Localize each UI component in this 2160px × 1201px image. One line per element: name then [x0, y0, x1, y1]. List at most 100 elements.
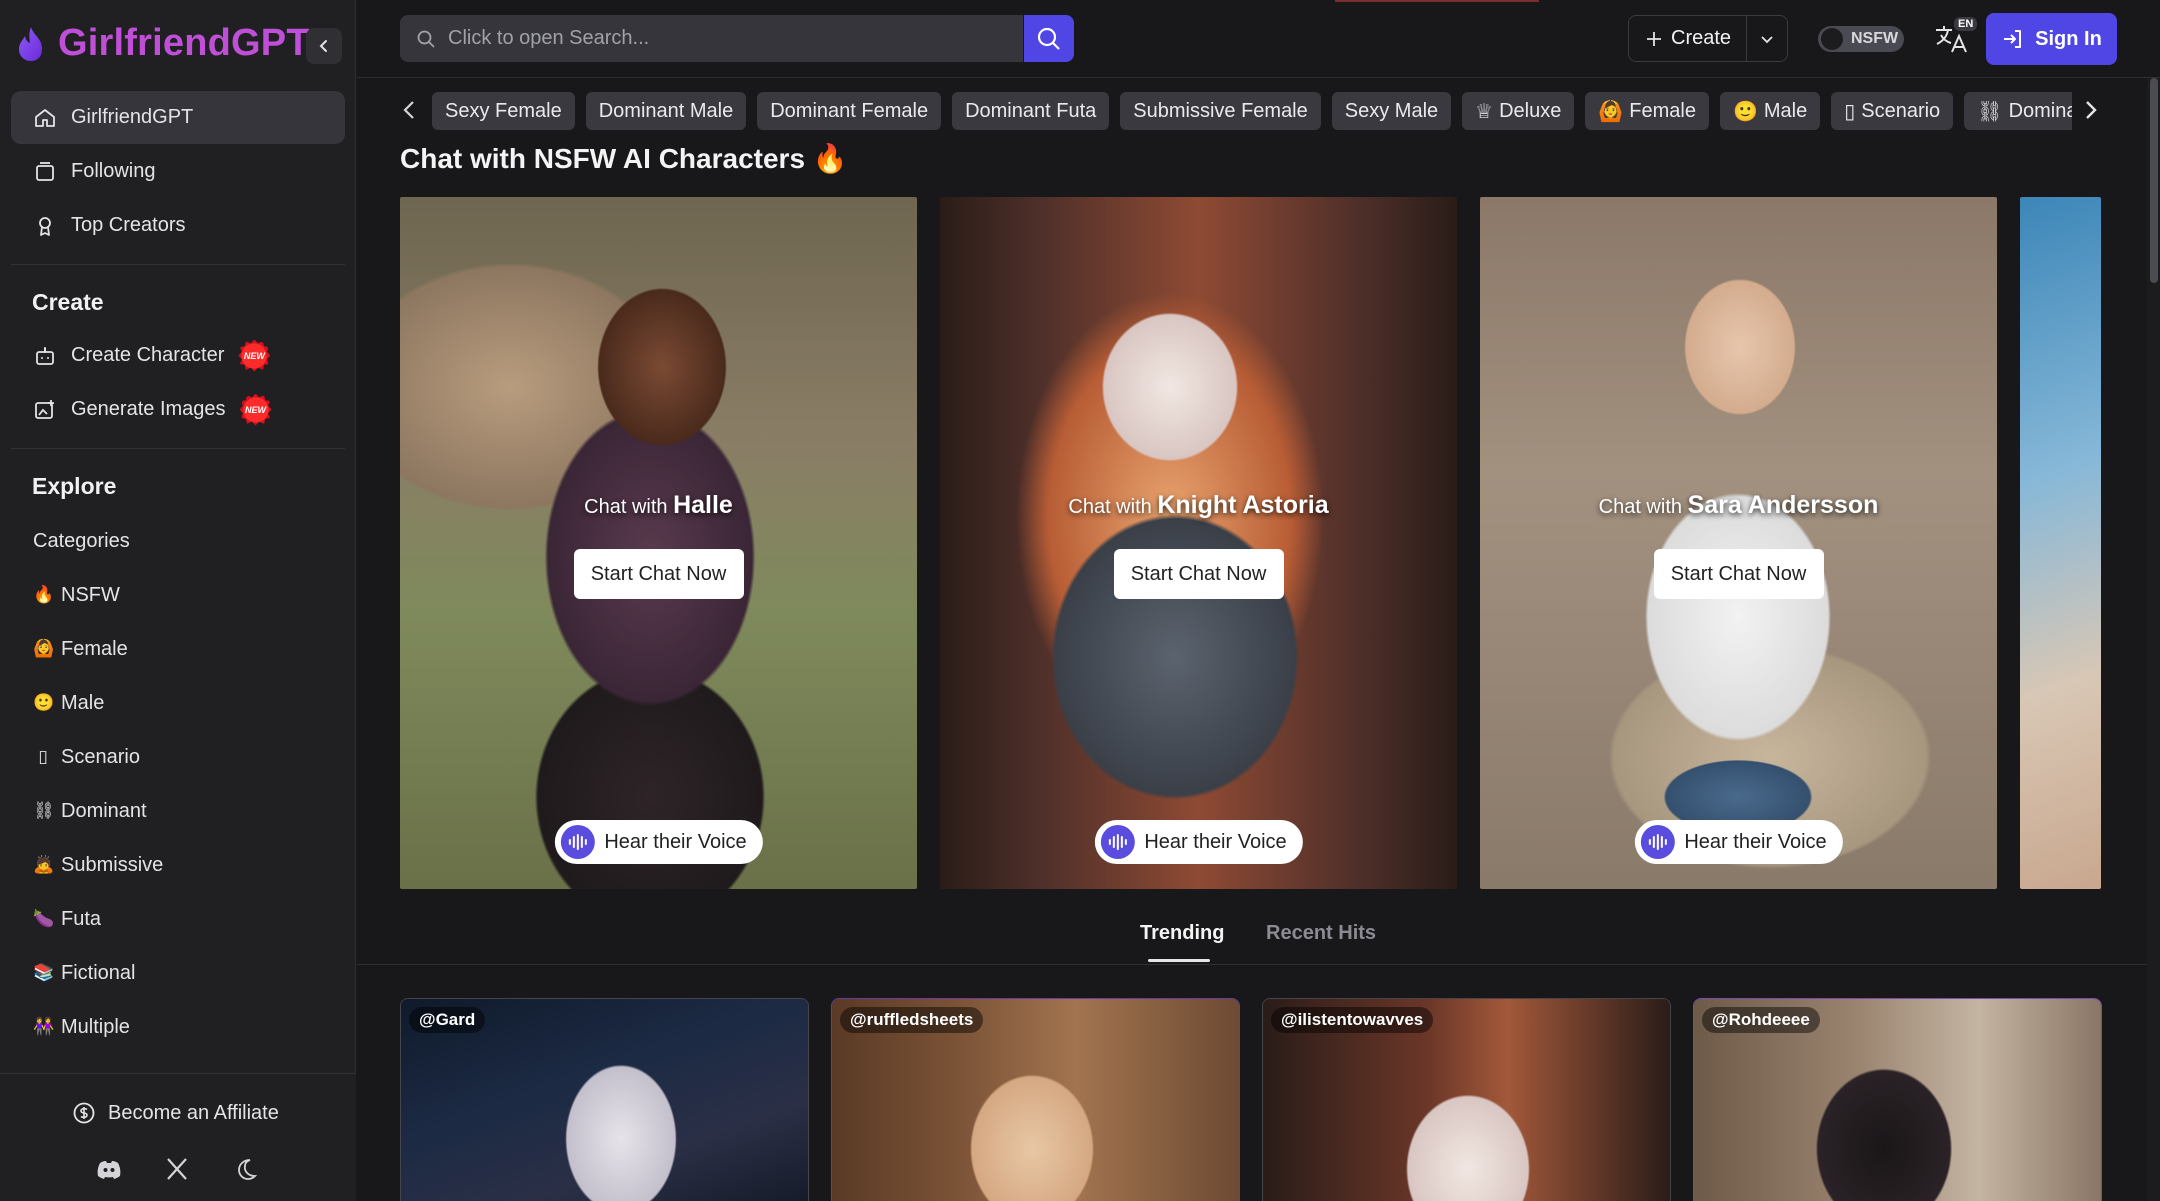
sidebar-divider — [11, 264, 345, 265]
tag-dominant[interactable]: ⛓Dominant — [1964, 92, 2072, 130]
hero-card-knight-astoria[interactable]: Chat with Knight Astoria Start Chat Now … — [940, 197, 1457, 889]
female-icon: 🙆 — [1598, 100, 1624, 123]
sidebar-item-generate-images[interactable]: Generate Images NEW — [11, 383, 345, 436]
tags-prev-icon[interactable] — [396, 96, 424, 124]
scenario-icon: ▯ — [1844, 100, 1856, 123]
sidebar-item-label: Female — [61, 637, 128, 660]
become-affiliate-link[interactable]: Become an Affiliate — [72, 1101, 279, 1125]
explore-list: Categories 🔥 NSFW 🙆 Female 🙂 Male ▯ Scenario… — [11, 514, 345, 1054]
sidebar-item-create-character[interactable]: Create Character NEW — [11, 329, 345, 382]
sidebar-item-label: Futa — [61, 907, 102, 930]
tag-label: Sexy Female — [445, 99, 562, 122]
create-menu-toggle[interactable] — [1747, 30, 1787, 48]
tab-trending[interactable]: Trending — [1140, 922, 1224, 945]
sidebar-item-scenario[interactable]: ▯ Scenario — [11, 730, 345, 784]
creator-handle[interactable]: @ruffledsheets — [840, 1007, 984, 1033]
nsfw-toggle[interactable]: NSFW — [1818, 26, 1904, 52]
chevron-down-icon — [1761, 35, 1773, 43]
tag-label: Male — [1763, 99, 1808, 122]
sidebar-item-dominant[interactable]: ⛓ Dominant — [11, 784, 345, 838]
tag-male[interactable]: 🙂 Male — [1719, 92, 1821, 130]
tag-sexy-female[interactable]: Sexy Female — [432, 92, 575, 130]
sidebar-item-nsfw[interactable]: 🔥 NSFW — [11, 568, 345, 622]
sidebar-item-submissive[interactable]: 🙇 Submissive — [11, 838, 345, 892]
tag-submissive-female[interactable]: Submissive Female — [1120, 92, 1321, 130]
hero-card-halle[interactable]: Chat with Halle Start Chat Now Hear thei… — [400, 197, 917, 889]
tag-dominant-male[interactable]: Dominant Male — [585, 92, 747, 130]
tag-dominant-female[interactable]: Dominant Female — [757, 92, 942, 130]
character-card[interactable]: @ruffledsheets — [831, 998, 1240, 1201]
books-icon: 📚 — [33, 963, 55, 982]
hero-chat-label: Chat with Knight Astoria — [940, 491, 1457, 520]
tag-female[interactable]: 🙆 Female — [1585, 92, 1709, 130]
chain-icon: ⛓ — [1977, 100, 2003, 123]
search-input[interactable] — [448, 27, 1008, 50]
voice-label: Hear their Voice — [1684, 830, 1827, 853]
hear-voice-button[interactable]: Hear their Voice — [1634, 820, 1843, 864]
creator-handle[interactable]: @ilistentowavves — [1271, 1007, 1434, 1033]
sidebar-item-categories[interactable]: Categories — [11, 514, 345, 568]
discord-icon[interactable] — [94, 1154, 124, 1184]
tag-scroller: Sexy Female Dominant Male Dominant Femal… — [432, 92, 2072, 130]
tag-dominant-futa[interactable]: Dominant Futa — [952, 92, 1110, 130]
hear-voice-button[interactable]: Hear their Voice — [554, 820, 763, 864]
x-twitter-icon[interactable] — [162, 1154, 192, 1184]
sidebar-item-following[interactable]: Following — [11, 145, 345, 198]
sidebar-item-multiple[interactable]: 👭 Multiple — [11, 1000, 345, 1054]
search-box[interactable] — [400, 15, 1023, 62]
male-icon: 🙂 — [1732, 100, 1758, 123]
start-chat-button[interactable]: Start Chat Now — [1113, 549, 1284, 599]
character-card[interactable]: @ilistentowavves — [1262, 998, 1671, 1201]
sidebar-item-fictional[interactable]: 📚 Fictional — [11, 946, 345, 1000]
tag-label: Deluxe — [1499, 99, 1562, 122]
create-section-title: Create — [32, 289, 104, 315]
creator-handle[interactable]: @Gard — [409, 1007, 486, 1033]
tag-deluxe[interactable]: ♕ Deluxe — [1462, 92, 1575, 130]
sidebar-item-male[interactable]: 🙂 Male — [11, 676, 345, 730]
hero-chat-label: Chat with Sara Andersson — [1480, 491, 1997, 520]
scrollbar-thumb[interactable] — [2150, 78, 2158, 283]
sidebar-item-top-creators[interactable]: Top Creators — [11, 199, 345, 252]
character-card[interactable]: @Gard — [400, 998, 809, 1201]
sidebar-divider — [11, 448, 345, 449]
sidebar-item-label: Multiple — [61, 1015, 130, 1038]
creator-handle[interactable]: @Rohdeeee — [1702, 1007, 1820, 1033]
nsfw-label: NSFW — [1851, 30, 1899, 47]
dollar-circle-icon — [73, 1102, 95, 1124]
hero-card-partial[interactable] — [2020, 197, 2101, 889]
tag-sexy-male[interactable]: Sexy Male — [1331, 92, 1452, 130]
explore-section-title: Explore — [32, 473, 117, 499]
chevron-left-icon — [319, 40, 327, 52]
audio-wave-icon — [1100, 825, 1135, 859]
brand-logo[interactable]: GirlfriendGPT — [14, 22, 310, 65]
voice-label: Hear their Voice — [604, 830, 747, 853]
sidebar-item-home[interactable]: GirlfriendGPT — [11, 91, 345, 144]
create-button[interactable]: Create — [1629, 27, 1746, 50]
following-icon — [36, 161, 54, 181]
sidebar-item-label: Categories — [33, 529, 130, 552]
hero-chat-label: Chat with Halle — [400, 491, 917, 520]
brand-name: GirlfriendGPT — [58, 22, 310, 64]
hear-voice-button[interactable]: Hear their Voice — [1094, 820, 1303, 864]
couple-icon: 👭 — [33, 1017, 55, 1036]
collapse-sidebar-button[interactable] — [306, 28, 342, 64]
tab-recent-hits[interactable]: Recent Hits — [1266, 922, 1376, 945]
chain-icon: ⛓ — [33, 801, 55, 820]
affiliate-label: Become an Affiliate — [108, 1101, 279, 1124]
sidebar-item-female[interactable]: 🙆 Female — [11, 622, 345, 676]
flame-logo-icon — [19, 26, 42, 61]
start-chat-button[interactable]: Start Chat Now — [573, 549, 744, 599]
hero-card-sara-andersson[interactable]: Chat with Sara Andersson Start Chat Now … — [1480, 197, 1997, 889]
moon-icon[interactable] — [230, 1154, 260, 1184]
character-card[interactable]: @Rohdeeee — [1693, 998, 2102, 1201]
tags-next-icon[interactable] — [2076, 96, 2104, 124]
character-image — [1480, 197, 1997, 889]
tag-scenario[interactable]: ▯ Scenario — [1831, 92, 1954, 130]
tag-label: Sexy Male — [1344, 99, 1439, 122]
character-image — [2020, 197, 2101, 889]
bowing-icon: 🙇 — [33, 855, 55, 874]
sign-in-button[interactable]: Sign In — [1986, 13, 2117, 65]
search-button[interactable] — [1024, 15, 1074, 62]
start-chat-button[interactable]: Start Chat Now — [1653, 549, 1824, 599]
sidebar-item-futa[interactable]: 🍆 Futa — [11, 892, 345, 946]
